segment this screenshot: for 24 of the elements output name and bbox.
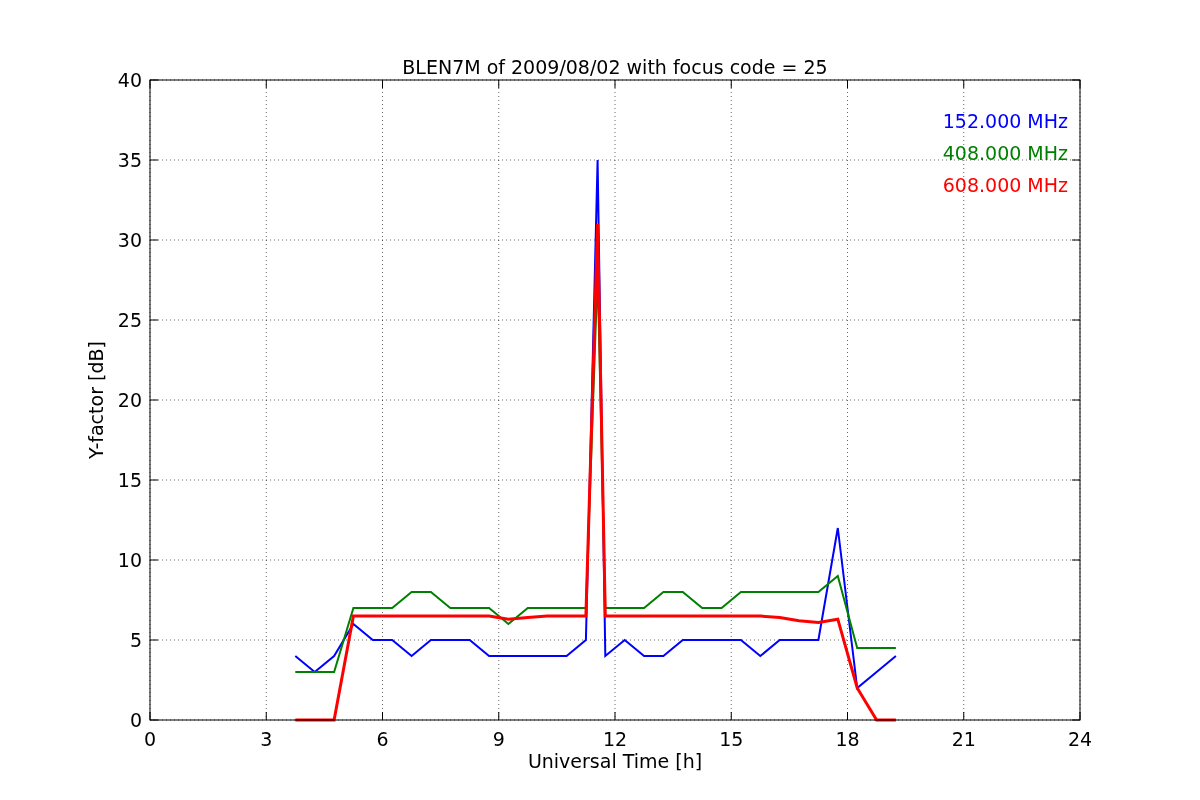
y-tick-label: 20 — [117, 389, 142, 411]
y-tick-label: 30 — [117, 229, 142, 251]
legend-label: 152.000 MHz — [942, 110, 1068, 132]
y-tick-label: 10 — [117, 549, 142, 571]
x-tick-label: 18 — [835, 728, 860, 750]
x-tick-label: 12 — [602, 728, 628, 750]
y-tick-label: 25 — [117, 309, 142, 331]
y-tick-label: 15 — [117, 469, 142, 491]
x-tick-label: 3 — [260, 728, 273, 750]
x-axis-label: Universal Time [h] — [527, 750, 703, 772]
x-tick-label: 0 — [143, 728, 157, 750]
y-tick-label: 35 — [117, 149, 142, 171]
legend-label: 608.000 MHz — [942, 174, 1068, 196]
x-tick-label: 6 — [376, 728, 389, 750]
chart-title: BLEN7M of 2009/08/02 with focus code = 25 — [402, 56, 828, 78]
x-tick-label: 15 — [719, 728, 744, 750]
x-tick-label: 9 — [492, 728, 505, 750]
x-tick-label: 24 — [1067, 728, 1093, 750]
y-tick-label: 0 — [129, 709, 142, 731]
y-tick-label: 40 — [117, 69, 142, 91]
y-tick-label: 5 — [129, 629, 142, 651]
legend-label: 408.000 MHz — [942, 142, 1068, 164]
y-axis-label: Y-factor [dB] — [85, 341, 107, 459]
x-tick-label: 21 — [951, 728, 976, 750]
